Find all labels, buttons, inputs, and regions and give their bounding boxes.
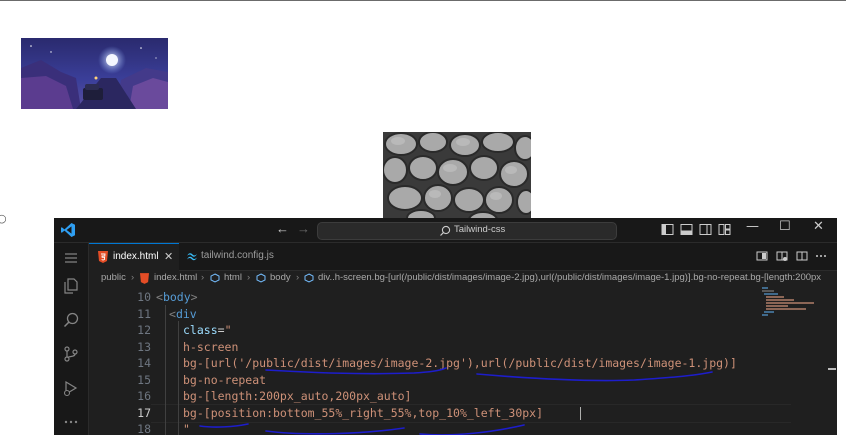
- back-arrow-icon[interactable]: ←: [276, 221, 289, 236]
- line-number: 12: [137, 323, 151, 337]
- html5-icon: [98, 251, 108, 263]
- vertical-scrollbar[interactable]: [827, 286, 837, 435]
- toggle-secondary-sidebar-icon[interactable]: [699, 223, 712, 236]
- chevron-right-icon: ›: [296, 272, 300, 283]
- tailwind-icon: [187, 253, 197, 261]
- compare-changes-icon[interactable]: [776, 250, 788, 262]
- more-icon[interactable]: [62, 413, 80, 431]
- search-icon[interactable]: [62, 311, 80, 329]
- toggle-primary-sidebar-icon[interactable]: [661, 223, 674, 236]
- toggle-panel-icon[interactable]: [680, 223, 693, 236]
- top-divider: [0, 0, 846, 1]
- code-line-17: bg-[position:bottom_55%_right_55%,top_10…: [183, 405, 544, 420]
- maximize-icon[interactable]: ☐: [779, 219, 791, 234]
- html5-icon: [140, 273, 149, 284]
- search-icon: [440, 225, 451, 236]
- chevron-right-icon: ›: [131, 272, 135, 283]
- split-editor-icon[interactable]: [796, 250, 808, 262]
- line-number-current: 17: [137, 405, 151, 420]
- customize-layout-icon[interactable]: [718, 223, 731, 236]
- code-line-15: bg-no-repeat: [183, 372, 267, 387]
- code-line-12: class=": [183, 323, 232, 337]
- code-line-18: ": [183, 422, 190, 435]
- title-bar: ← → Tailwind-css — ☐ ✕: [54, 218, 837, 243]
- line-number: 11: [137, 306, 151, 321]
- scroll-position-marker: [828, 368, 836, 370]
- element-icon: [256, 273, 266, 283]
- stone-texture-image: [383, 132, 531, 218]
- element-icon: [304, 273, 314, 283]
- code-line-13: h-screen: [183, 339, 239, 354]
- tab-tailwind-config[interactable]: tailwind.config.js: [180, 243, 280, 270]
- breadcrumb-item-div[interactable]: div..h-screen.bg-[url(/public/dist/image…: [318, 272, 821, 283]
- breadcrumb-item-html[interactable]: html: [224, 272, 242, 283]
- radio-mark-fragment: ○: [0, 212, 7, 225]
- more-actions-icon[interactable]: [815, 250, 827, 262]
- code-line-11: <div: [169, 306, 197, 321]
- tab-index-html[interactable]: index.html ✕: [89, 243, 179, 271]
- line-number: 13: [137, 339, 151, 354]
- breadcrumb: public › index.html › html › body › div.…: [89, 271, 837, 286]
- element-icon: [210, 273, 220, 283]
- chevron-right-icon: ›: [247, 272, 251, 283]
- command-center-label: Tailwind-css: [454, 224, 506, 235]
- close-tab-icon[interactable]: ✕: [164, 250, 173, 263]
- close-icon[interactable]: ✕: [813, 219, 824, 234]
- command-center-search[interactable]: Tailwind-css: [317, 222, 617, 240]
- code-editor[interactable]: 10 11 12 13 14 15 16 17 18 <body> <div c…: [89, 287, 791, 435]
- code-lines: <body> <div class=" h-screen bg-[url('/p…: [156, 287, 803, 435]
- tab-label: index.html: [113, 251, 159, 262]
- text-cursor: [580, 407, 581, 420]
- run-debug-icon[interactable]: [62, 379, 80, 397]
- minimap[interactable]: [754, 286, 824, 435]
- vscode-window: ← → Tailwind-css — ☐ ✕ index.html ✕ tail…: [54, 218, 837, 435]
- activity-bar: [54, 243, 89, 435]
- forward-arrow-icon[interactable]: →: [297, 221, 310, 236]
- breadcrumb-item-file[interactable]: index.html: [154, 272, 197, 283]
- vscode-logo-icon: [61, 223, 75, 237]
- chevron-right-icon: ›: [201, 272, 205, 283]
- code-line-10: <body>: [156, 290, 198, 304]
- code-line-16: bg-[length:200px_auto,200px_auto]: [183, 389, 412, 403]
- open-preview-icon[interactable]: [756, 250, 768, 262]
- menu-icon[interactable]: [62, 249, 80, 267]
- line-number: 15: [137, 372, 151, 387]
- explorer-icon[interactable]: [62, 277, 80, 295]
- line-number: 16: [137, 389, 151, 403]
- line-number: 18: [137, 422, 151, 435]
- breadcrumb-item-public[interactable]: public: [101, 272, 126, 283]
- line-number: 10: [137, 290, 151, 304]
- code-line-14: bg-[url('/public/dist/images/image-2.jpg…: [183, 356, 737, 370]
- editor-tabs: index.html ✕ tailwind.config.js: [89, 243, 837, 271]
- line-number-gutter: 10 11 12 13 14 15 16 17 18: [89, 287, 151, 435]
- source-control-icon[interactable]: [62, 345, 80, 363]
- minimize-icon[interactable]: —: [746, 219, 759, 234]
- night-scene-image: [21, 38, 168, 109]
- tab-label: tailwind.config.js: [201, 250, 274, 261]
- line-number: 14: [137, 356, 151, 370]
- breadcrumb-item-body[interactable]: body: [270, 272, 291, 283]
